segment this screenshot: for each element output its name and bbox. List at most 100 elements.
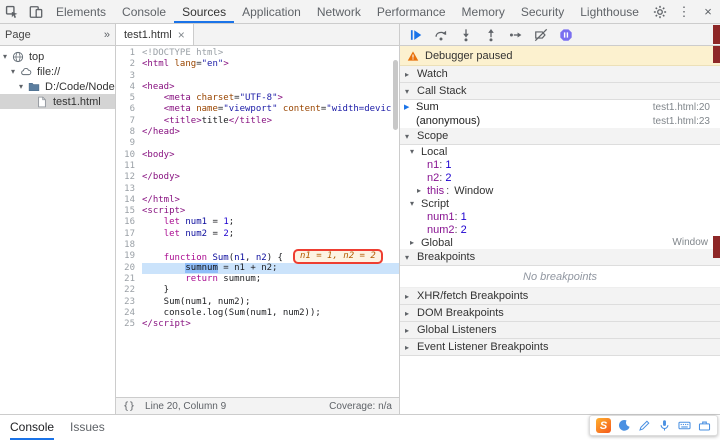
line-number[interactable]: 10 — [116, 150, 142, 161]
debugger-step-out-icon[interactable] — [484, 28, 498, 42]
code-text[interactable]: </html> — [142, 195, 399, 206]
debugger-pause-on-exceptions-icon[interactable] — [559, 28, 573, 42]
panel-tab-memory[interactable]: Memory — [454, 0, 513, 23]
code-text[interactable] — [142, 138, 399, 149]
line-number[interactable]: 1 — [116, 48, 142, 59]
line-number[interactable]: 24 — [116, 308, 142, 319]
line-number[interactable]: 15 — [116, 206, 142, 217]
ime-mic-icon[interactable] — [658, 419, 671, 432]
line-number[interactable]: 5 — [116, 93, 142, 104]
scope-variable-this[interactable]: ▸ this: Window — [400, 184, 720, 197]
section-xhr-fetch-breakpoints[interactable]: ▸ XHR/fetch Breakpoints — [400, 288, 720, 305]
line-number[interactable]: 19 — [116, 251, 142, 262]
panel-tab-sources[interactable]: Sources — [174, 0, 234, 23]
code-text[interactable]: let num1 = 1; — [142, 217, 399, 228]
close-tab-icon[interactable]: × — [178, 28, 185, 42]
scrollbar-thumb[interactable] — [713, 236, 720, 258]
code-text[interactable]: <head> — [142, 82, 399, 93]
scope-group-local[interactable]: ▾ Local — [400, 145, 720, 158]
line-number[interactable]: 23 — [116, 297, 142, 308]
section-watch[interactable]: ▸ Watch — [400, 66, 720, 83]
debugger-step-over-icon[interactable] — [434, 28, 448, 42]
debugger-step-icon[interactable] — [509, 28, 523, 42]
section-global-listeners[interactable]: ▸ Global Listeners — [400, 322, 720, 339]
settings-gear-icon[interactable] — [648, 0, 672, 23]
editor-tab-test1-html[interactable]: test1.html × — [116, 24, 194, 45]
code-text[interactable]: <meta name="viewport" content="width=dev… — [142, 104, 399, 115]
code-text[interactable]: sumnum = n1 + n2; — [142, 262, 399, 274]
line-number[interactable]: 25 — [116, 319, 142, 330]
panel-tab-performance[interactable]: Performance — [369, 0, 454, 23]
code-text[interactable]: </script> — [142, 319, 399, 330]
debugger-step-into-icon[interactable] — [459, 28, 473, 42]
line-number[interactable]: 8 — [116, 127, 142, 138]
line-number[interactable]: 2 — [116, 59, 142, 70]
scope-group-global[interactable]: ▸ Global Window — [400, 236, 720, 249]
code-text[interactable]: <html lang="en"> — [142, 59, 399, 70]
line-number[interactable]: 21 — [116, 274, 142, 285]
line-number[interactable]: 16 — [116, 217, 142, 228]
section-scope[interactable]: ▾ Scope — [400, 128, 720, 145]
sogou-logo-icon[interactable]: S — [596, 418, 611, 433]
navigator-tab-page[interactable]: Page — [5, 29, 31, 41]
debugger-deactivate-breakpoints-icon[interactable] — [534, 28, 548, 42]
panel-tab-console[interactable]: Console — [114, 0, 174, 23]
tree-item-d-code-nodejs[interactable]: ▾ D:/Code/NodeJS — [0, 79, 115, 94]
line-number[interactable]: 9 — [116, 138, 142, 149]
scope-group-script[interactable]: ▾ Script — [400, 197, 720, 210]
panel-tab-network[interactable]: Network — [309, 0, 369, 23]
code-text[interactable]: return sumnum; — [142, 274, 399, 285]
code-editor[interactable]: 1 <!DOCTYPE html> 2 <html lang="en"> 3 4 <head… — [116, 46, 399, 397]
section-call-stack[interactable]: ▾ Call Stack — [400, 83, 720, 100]
debugger-resume-icon[interactable] — [409, 28, 423, 42]
code-text[interactable]: </head> — [142, 127, 399, 138]
line-number[interactable]: 12 — [116, 172, 142, 183]
call-stack-frame-anonymous[interactable]: (anonymous) test1.html:23 — [400, 114, 720, 128]
section-dom-breakpoints[interactable]: ▸ DOM Breakpoints — [400, 305, 720, 322]
code-text[interactable]: <!DOCTYPE html> — [142, 48, 399, 59]
code-text[interactable]: <title>title</title> — [142, 116, 399, 127]
panel-tab-security[interactable]: Security — [513, 0, 572, 23]
line-number[interactable]: 6 — [116, 104, 142, 115]
line-number[interactable]: 3 — [116, 71, 142, 82]
line-number[interactable]: 17 — [116, 229, 142, 240]
line-number[interactable]: 20 — [116, 263, 142, 274]
code-text[interactable]: function Sum(n1, n2) {n1 = 1, n2 = 2 — [142, 249, 399, 265]
panel-tab-application[interactable]: Application — [234, 0, 309, 23]
code-text[interactable]: Sum(num1, num2); — [142, 297, 399, 308]
code-text[interactable]: <meta charset="UTF-8"> — [142, 93, 399, 104]
line-number[interactable]: 13 — [116, 184, 142, 195]
pretty-print-button[interactable]: {} — [123, 401, 135, 412]
code-text[interactable]: <script> — [142, 206, 399, 217]
ime-keyboard-icon[interactable] — [678, 419, 691, 432]
panel-tab-elements[interactable]: Elements — [48, 0, 114, 23]
code-text[interactable]: </body> — [142, 172, 399, 183]
drawer-tab-console[interactable]: Console — [10, 415, 54, 440]
scrollbar-thumb[interactable] — [713, 46, 720, 63]
code-text[interactable]: <body> — [142, 150, 399, 161]
line-number[interactable]: 22 — [116, 285, 142, 296]
more-tabs-icon[interactable]: » — [104, 29, 110, 41]
tree-item-file[interactable]: ▾ file:// — [0, 64, 115, 79]
call-stack-frame-sum[interactable]: ▶ Sum test1.html:20 — [400, 100, 720, 114]
line-number[interactable]: 18 — [116, 240, 142, 251]
device-toolbar-icon[interactable] — [24, 0, 48, 23]
panel-tab-lighthouse[interactable]: Lighthouse — [572, 0, 647, 23]
tree-item-test1-html[interactable]: test1.html — [0, 94, 115, 109]
line-number[interactable]: 11 — [116, 161, 142, 172]
code-text[interactable]: console.log(Sum(num1, num2)); — [142, 308, 399, 319]
editor-scrollbar[interactable] — [393, 60, 398, 130]
ime-moon-icon[interactable] — [618, 419, 631, 432]
kebab-menu-icon[interactable]: ⋮ — [672, 0, 696, 23]
section-breakpoints[interactable]: ▾ Breakpoints — [400, 249, 720, 266]
line-number[interactable]: 7 — [116, 116, 142, 127]
code-text[interactable]: let num2 = 2; — [142, 229, 399, 240]
drawer-tab-issues[interactable]: Issues — [70, 415, 105, 440]
close-devtools-icon[interactable]: × — [696, 0, 720, 23]
inspect-icon[interactable] — [0, 0, 24, 23]
scrollbar-thumb[interactable] — [713, 25, 720, 44]
code-text[interactable] — [142, 161, 399, 172]
ime-toolbox-icon[interactable] — [698, 419, 711, 432]
code-text[interactable] — [142, 71, 399, 82]
code-text[interactable]: } — [142, 285, 399, 296]
